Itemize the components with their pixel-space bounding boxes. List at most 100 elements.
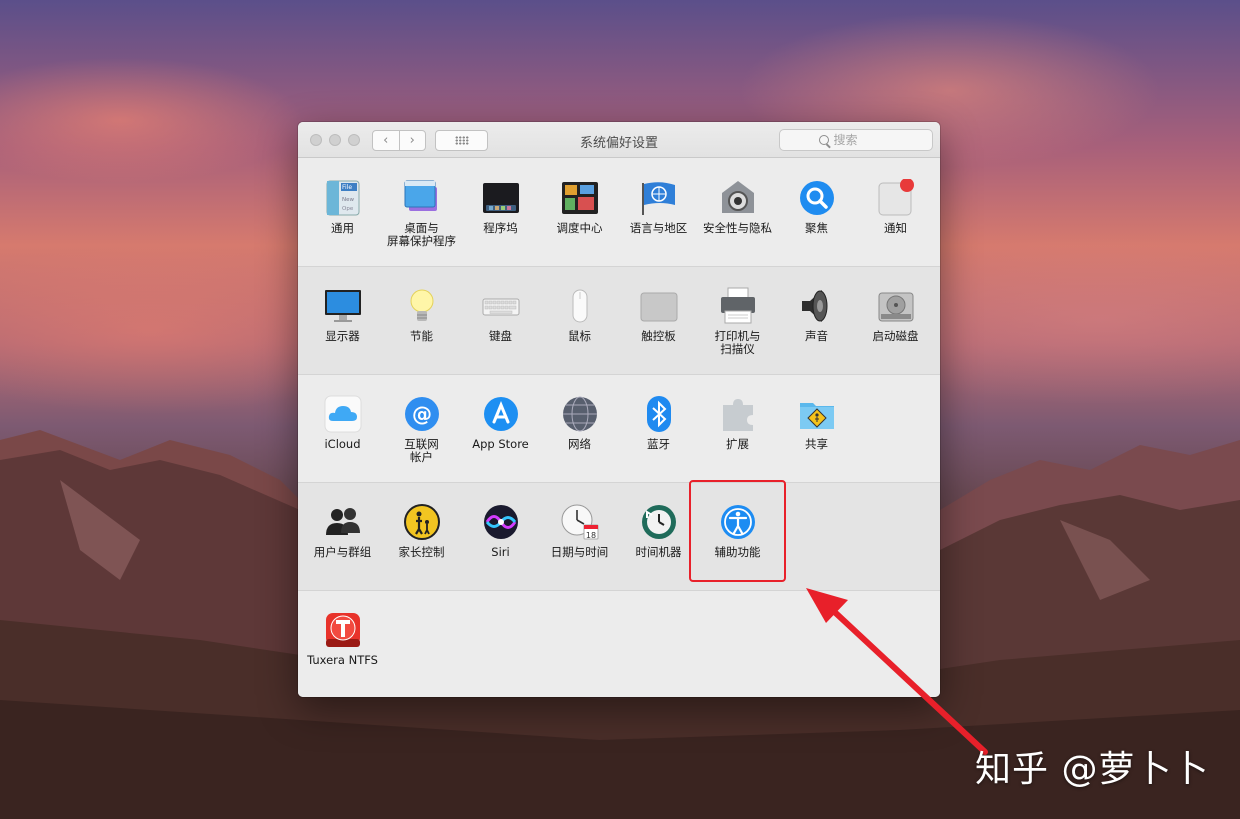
search-field[interactable]	[779, 129, 933, 151]
pane-label: 互联网 帐户	[404, 437, 439, 464]
pane-label: 蓝牙	[647, 437, 670, 451]
printers-scanners-icon	[719, 287, 757, 325]
pane-label: 调度中心	[556, 221, 603, 235]
pane-spotlight[interactable]: 聚焦	[777, 159, 856, 259]
pane-label: 启动磁盘	[872, 329, 919, 343]
pane-label: 安全性与隐私	[703, 221, 772, 235]
system-preferences-window: ‹ › 系统偏好设置 File New Ope 通用 桌面与 屏幕保护程序 程序坞 调度中心…	[298, 122, 940, 697]
close-button[interactable]	[310, 134, 322, 146]
svg-text:@: @	[412, 402, 432, 426]
pane-label: Tuxera NTFS	[307, 653, 378, 667]
pane-label: 显示器	[325, 329, 360, 343]
time-machine-icon	[640, 503, 678, 541]
pane-label: 鼠标	[568, 329, 591, 343]
pane-label: 日期与时间	[550, 545, 609, 559]
language-region-icon	[640, 179, 678, 217]
pane-row-4: 用户与群组 家长控制 Siri 18 日期与时间 时间机器 辅助功能	[298, 483, 940, 591]
pane-internet-accounts[interactable]: @ 互联网 帐户	[382, 375, 461, 475]
energy-saver-icon	[403, 287, 441, 325]
app-store-icon	[482, 395, 520, 433]
svg-text:Ope: Ope	[342, 206, 354, 212]
pane-keyboard[interactable]: 键盘	[461, 267, 540, 367]
extensions-icon	[719, 395, 757, 433]
show-all-button[interactable]	[435, 130, 488, 151]
trackpad-icon	[640, 287, 678, 325]
pane-general[interactable]: File New Ope 通用	[303, 159, 382, 259]
pane-mission-control[interactable]: 调度中心	[540, 159, 619, 259]
mission-control-icon	[561, 179, 599, 217]
pane-label: 程序坞	[483, 221, 518, 235]
minimize-button[interactable]	[329, 134, 341, 146]
pane-row-1: File New Ope 通用 桌面与 屏幕保护程序 程序坞 调度中心 语言与地区 安全性与隐私…	[298, 159, 940, 267]
pane-sound[interactable]: 声音	[777, 267, 856, 367]
pane-network[interactable]: 网络	[540, 375, 619, 475]
svg-text:File: File	[342, 184, 352, 191]
pane-mouse[interactable]: 鼠标	[540, 267, 619, 367]
pane-label: 语言与地区	[629, 221, 688, 235]
icloud-icon	[324, 395, 362, 433]
pane-trackpad[interactable]: 触控板	[619, 267, 698, 367]
pane-label: 时间机器	[635, 545, 682, 559]
pane-label: 通用	[331, 221, 354, 235]
watermark: 知乎 @萝卜卜	[975, 749, 1210, 790]
pane-users-groups[interactable]: 用户与群组	[303, 483, 382, 583]
internet-accounts-icon: @	[403, 395, 441, 433]
forward-button[interactable]: ›	[400, 131, 426, 150]
pane-displays[interactable]: 显示器	[303, 267, 382, 367]
pane-label: 共享	[805, 437, 828, 451]
pane-date-time[interactable]: 18 日期与时间	[540, 483, 619, 583]
pane-energy-saver[interactable]: 节能	[382, 267, 461, 367]
pane-app-store[interactable]: App Store	[461, 375, 540, 475]
pane-notifications[interactable]: 通知	[856, 159, 935, 259]
date-time-icon: 18	[561, 503, 599, 541]
pane-label: 声音	[805, 329, 828, 343]
users-groups-icon	[324, 503, 362, 541]
zoom-button[interactable]	[348, 134, 360, 146]
pane-row-5: Tuxera NTFS	[298, 591, 940, 697]
pane-language-region[interactable]: 语言与地区	[619, 159, 698, 259]
displays-icon	[324, 287, 362, 325]
pane-label: Siri	[491, 545, 510, 559]
pane-label: 触控板	[641, 329, 676, 343]
pane-time-machine[interactable]: 时间机器	[619, 483, 698, 583]
pane-bluetooth[interactable]: 蓝牙	[619, 375, 698, 475]
pane-tuxera-ntfs[interactable]: Tuxera NTFS	[303, 591, 382, 691]
pane-label: 聚焦	[805, 221, 828, 235]
search-input[interactable]	[833, 133, 894, 147]
pane-label: 节能	[410, 329, 433, 343]
bluetooth-icon	[640, 395, 678, 433]
pane-desktop-screensaver[interactable]: 桌面与 屏幕保护程序	[382, 159, 461, 259]
general-icon: File New Ope	[324, 179, 362, 217]
pane-printers-scanners[interactable]: 打印机与 扫描仪	[698, 267, 777, 367]
pane-row-2: 显示器 节能 键盘 鼠标 触控板 打印机与 扫描仪 声音 启动磁盘	[298, 267, 940, 375]
security-privacy-icon	[719, 179, 757, 217]
mouse-icon	[561, 287, 599, 325]
keyboard-icon	[482, 287, 520, 325]
sharing-icon	[798, 395, 836, 433]
pane-label: 扩展	[726, 437, 749, 451]
startup-disk-icon	[877, 287, 915, 325]
network-icon	[561, 395, 599, 433]
svg-text:New: New	[342, 197, 354, 203]
pane-siri[interactable]: Siri	[461, 483, 540, 583]
siri-icon	[482, 503, 520, 541]
pane-security-privacy[interactable]: 安全性与隐私	[698, 159, 777, 259]
pane-dock[interactable]: 程序坞	[461, 159, 540, 259]
pane-label: iCloud	[324, 437, 361, 451]
pane-label: 通知	[884, 221, 907, 235]
back-button[interactable]: ‹	[373, 131, 400, 150]
pane-icloud[interactable]: iCloud	[303, 375, 382, 475]
pane-label: 家长控制	[398, 545, 445, 559]
nav-buttons: ‹ ›	[372, 130, 426, 151]
title-bar[interactable]: ‹ › 系统偏好设置	[298, 122, 940, 158]
pane-startup-disk[interactable]: 启动磁盘	[856, 267, 935, 367]
pane-extensions[interactable]: 扩展	[698, 375, 777, 475]
pane-parental-controls[interactable]: 家长控制	[382, 483, 461, 583]
pane-sharing[interactable]: 共享	[777, 375, 856, 475]
parental-controls-icon	[403, 503, 441, 541]
pane-label: 打印机与 扫描仪	[714, 329, 761, 356]
date-day-text: 18	[585, 531, 595, 540]
tuxera-ntfs-icon	[324, 611, 362, 649]
pane-label: 键盘	[489, 329, 512, 343]
highlight-box	[689, 480, 786, 582]
